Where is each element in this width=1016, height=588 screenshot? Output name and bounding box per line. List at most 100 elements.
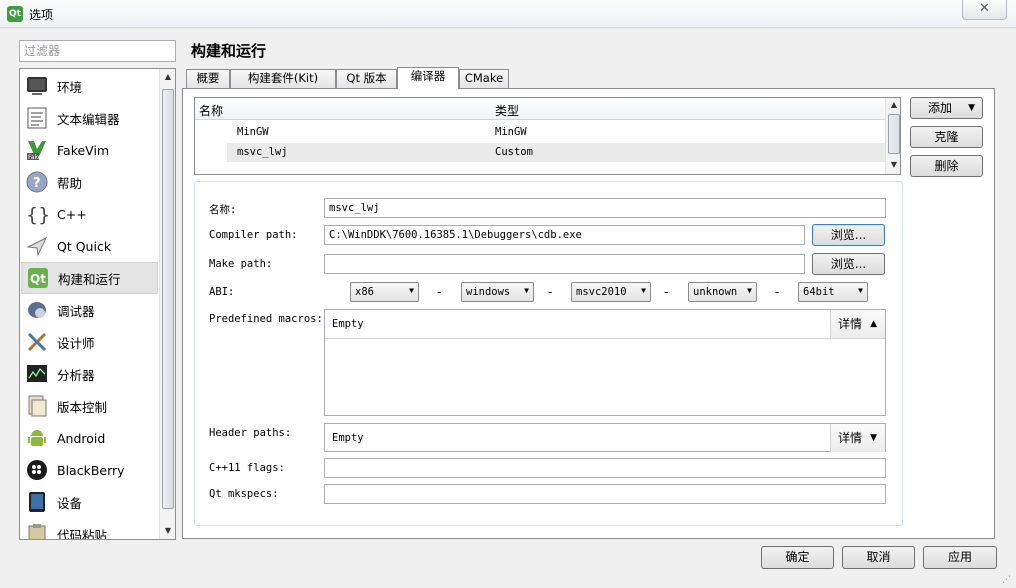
nav-item-fakevim[interactable]: Fake FakeVim: [21, 134, 158, 166]
nav-item-code-paste[interactable]: 代码粘贴: [21, 518, 158, 540]
nav-item-version-control[interactable]: 版本控制: [21, 390, 158, 422]
cancel-button[interactable]: 取消: [842, 546, 915, 569]
abi-os-value: windows: [466, 286, 511, 298]
make-path-label: Make path:: [209, 258, 273, 270]
nav-item-debugger[interactable]: 调试器: [21, 294, 158, 326]
close-button[interactable]: ✕: [962, 0, 1007, 20]
header-paths-details-toggle[interactable]: 详情 ▼: [830, 424, 885, 452]
add-button[interactable]: 添加 ▼: [910, 97, 983, 119]
nav-item-text-editor[interactable]: 文本编辑器: [21, 102, 158, 134]
name-label: 名称:: [209, 204, 237, 216]
compiler-path-field[interactable]: C:\WinDDK\7600.16385.1\Debuggers\cdb.exe: [324, 225, 805, 245]
browse-compiler-button[interactable]: 浏览...: [812, 224, 885, 246]
nav-label: C++: [57, 206, 87, 222]
text-editor-icon: [25, 106, 49, 130]
abi-flavor-select[interactable]: msvc2010 ▼: [571, 282, 651, 302]
compiler-path-label: Compiler path:: [209, 229, 298, 241]
page-title: 构建和运行: [191, 42, 267, 60]
make-path-field[interactable]: [324, 254, 805, 274]
apply-button[interactable]: 应用: [923, 546, 997, 569]
add-label: 添加: [928, 101, 953, 115]
ok-button[interactable]: 确定: [761, 546, 834, 569]
clone-button[interactable]: 克隆: [910, 126, 983, 148]
header-paths-label: Header paths:: [209, 427, 292, 439]
scroll-down-arrow-icon[interactable]: ▼: [160, 523, 175, 539]
nav-scrollbar[interactable]: ▲ ▼: [159, 69, 175, 539]
table-row[interactable]: msvc_lwj Custom: [227, 143, 885, 162]
code-paste-icon: [25, 522, 49, 539]
qt-mkspecs-label: Qt mkspecs:: [209, 488, 279, 500]
debugger-icon: [25, 298, 49, 322]
macros-details-toggle[interactable]: 详情 ▲: [830, 310, 885, 338]
column-header-type[interactable]: 类型: [495, 102, 519, 119]
tab-qt-versions[interactable]: Qt 版本: [336, 69, 397, 88]
blackberry-icon: [25, 458, 49, 482]
header-paths-box: Empty 详情 ▼: [324, 423, 886, 452]
nav-label: 版本控制: [57, 399, 108, 415]
abi-os-select[interactable]: windows ▼: [461, 282, 534, 302]
nav-item-blackberry[interactable]: BlackBerry: [21, 454, 158, 486]
nav-label: 帮助: [57, 175, 83, 191]
fakevim-icon: Fake: [25, 138, 49, 162]
nav-item-help[interactable]: ? 帮助: [21, 166, 158, 198]
nav-item-cpp[interactable]: {} C++: [21, 198, 158, 230]
scroll-up-arrow-icon[interactable]: ▲: [886, 98, 900, 112]
tab-compilers[interactable]: 编译器: [397, 67, 459, 89]
nav-item-android[interactable]: Android: [21, 422, 158, 454]
scroll-thumb[interactable]: [162, 89, 174, 509]
nav-item-qt-quick[interactable]: Qt Quick: [21, 230, 158, 262]
nav-item-device[interactable]: 设备: [21, 486, 158, 518]
cxx11-flags-field[interactable]: [324, 458, 886, 478]
header-paths-summary: Empty 详情 ▼: [325, 424, 885, 452]
browse-make-button[interactable]: 浏览...: [812, 253, 885, 275]
predefined-macros-box: Empty 详情 ▲: [324, 309, 886, 416]
build-run-icon: Qt: [26, 266, 50, 290]
close-icon: ✕: [979, 1, 990, 16]
abi-width-value: 64bit: [803, 286, 835, 298]
scroll-up-arrow-icon[interactable]: ▲: [160, 69, 175, 85]
nav-label: 文本编辑器: [57, 111, 120, 127]
category-list: 环境 文本编辑器 Fake FakeVim ? 帮助 {} C++ Qt Qui…: [19, 68, 176, 540]
nav-item-build-run[interactable]: Qt 构建和运行: [21, 262, 158, 294]
remove-button[interactable]: 删除: [910, 155, 983, 177]
scroll-thumb[interactable]: [888, 114, 900, 154]
compiler-table: 名称 类型 MinGW MinGW msvc_lwj Custom ▲ ▼: [194, 97, 901, 175]
nav-label: 环境: [57, 79, 83, 95]
filter-input[interactable]: [19, 40, 176, 62]
table-scrollbar[interactable]: ▲ ▼: [885, 98, 900, 174]
dropdown-arrow-icon: ▼: [747, 286, 752, 295]
resize-grip-icon[interactable]: ⋰: [1002, 574, 1014, 586]
row-name: MinGW: [237, 126, 269, 138]
qt-app-icon: Qt: [7, 6, 23, 22]
table-row[interactable]: MinGW MinGW: [195, 123, 885, 142]
predefined-macros-label: Predefined macros:: [209, 313, 323, 325]
name-field[interactable]: msvc_lwj: [324, 198, 886, 218]
qt-mkspecs-field[interactable]: [324, 484, 886, 504]
nav-label: 代码粘贴: [57, 527, 108, 540]
nav-label: 构建和运行: [58, 271, 121, 287]
abi-separator: -: [437, 285, 442, 299]
abi-width-select[interactable]: 64bit ▼: [798, 282, 868, 302]
tab-kits[interactable]: 构建套件(Kit): [230, 69, 336, 88]
svg-text:?: ?: [33, 176, 41, 191]
header-paths-summary-text: Empty: [332, 432, 364, 444]
abi-arch-select[interactable]: x86 ▼: [350, 282, 419, 302]
scroll-down-arrow-icon[interactable]: ▼: [886, 158, 900, 172]
column-header-name[interactable]: 名称: [199, 102, 223, 119]
tab-overview[interactable]: 概要: [186, 69, 230, 88]
nav-label: Qt Quick: [57, 238, 112, 254]
macros-summary: Empty 详情 ▲: [325, 310, 885, 339]
macros-textarea[interactable]: [325, 339, 885, 415]
abi-format-select[interactable]: unknown ▼: [688, 282, 757, 302]
nav-item-analyzer[interactable]: 分析器: [21, 358, 158, 390]
abi-arch-value: x86: [355, 286, 374, 298]
dropdown-arrow-icon: ▼: [409, 286, 414, 295]
nav-item-designer[interactable]: 设计师: [21, 326, 158, 358]
row-type: Custom: [495, 146, 533, 158]
tab-cmake[interactable]: CMake: [459, 69, 509, 88]
svg-text:Fake: Fake: [28, 154, 42, 161]
nav-label: 调试器: [57, 303, 95, 319]
chevron-up-icon: ▲: [870, 319, 877, 329]
nav-item-environment[interactable]: 环境: [21, 70, 158, 102]
monitor-icon: [25, 74, 49, 98]
